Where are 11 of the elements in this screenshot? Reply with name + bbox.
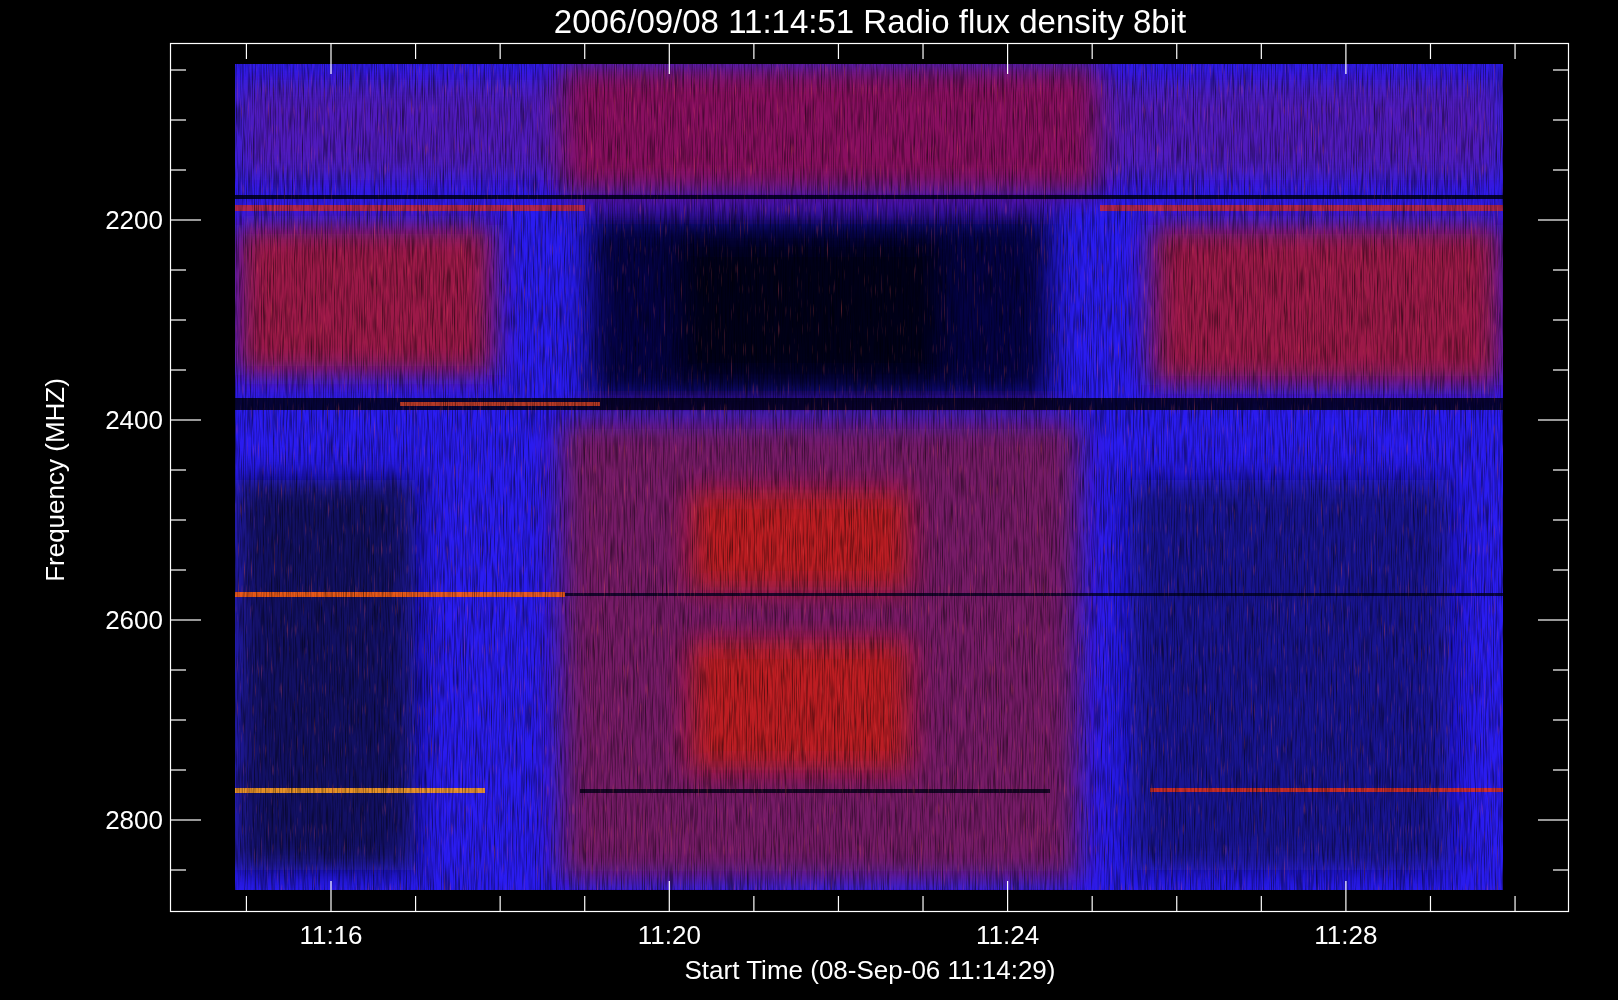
tick-label: 2400 [105, 405, 163, 435]
axis-label: Start Time (08-Sep-06 11:14:29) [684, 955, 1056, 985]
tick-label: 2600 [105, 605, 163, 635]
plot-title: 2006/09/08 11:14:51 Radio flux density 8bit [553, 3, 1187, 40]
tick-label: 11:16 [299, 920, 363, 950]
tick-label: 11:20 [637, 920, 701, 950]
tick-label: 2200 [105, 205, 163, 235]
tick-label: 2800 [105, 805, 163, 835]
tick-label: 11:28 [1314, 920, 1378, 950]
tick-label: 11:24 [976, 920, 1040, 950]
axis-label: Frequency (MHZ) [40, 378, 70, 582]
